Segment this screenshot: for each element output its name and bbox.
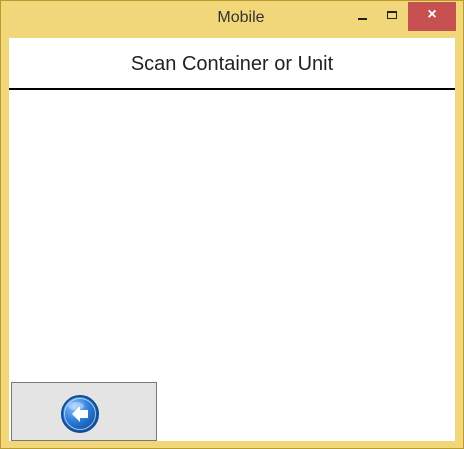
minimize-icon bbox=[358, 18, 367, 20]
page-title: Scan Container or Unit bbox=[9, 38, 455, 90]
close-icon: × bbox=[427, 6, 437, 23]
maximize-icon bbox=[387, 11, 397, 19]
title-bar: Mobile × bbox=[1, 1, 463, 38]
mobile-window: Mobile × Scan Container or Unit bbox=[0, 0, 464, 449]
maximize-button[interactable] bbox=[378, 2, 408, 31]
window-title: Mobile bbox=[217, 9, 265, 26]
back-button[interactable] bbox=[11, 382, 157, 441]
main-content: Scan Container or Unit bbox=[9, 38, 455, 441]
close-button[interactable]: × bbox=[408, 2, 456, 31]
back-arrow-icon bbox=[61, 395, 99, 433]
minimize-button[interactable] bbox=[348, 2, 378, 31]
